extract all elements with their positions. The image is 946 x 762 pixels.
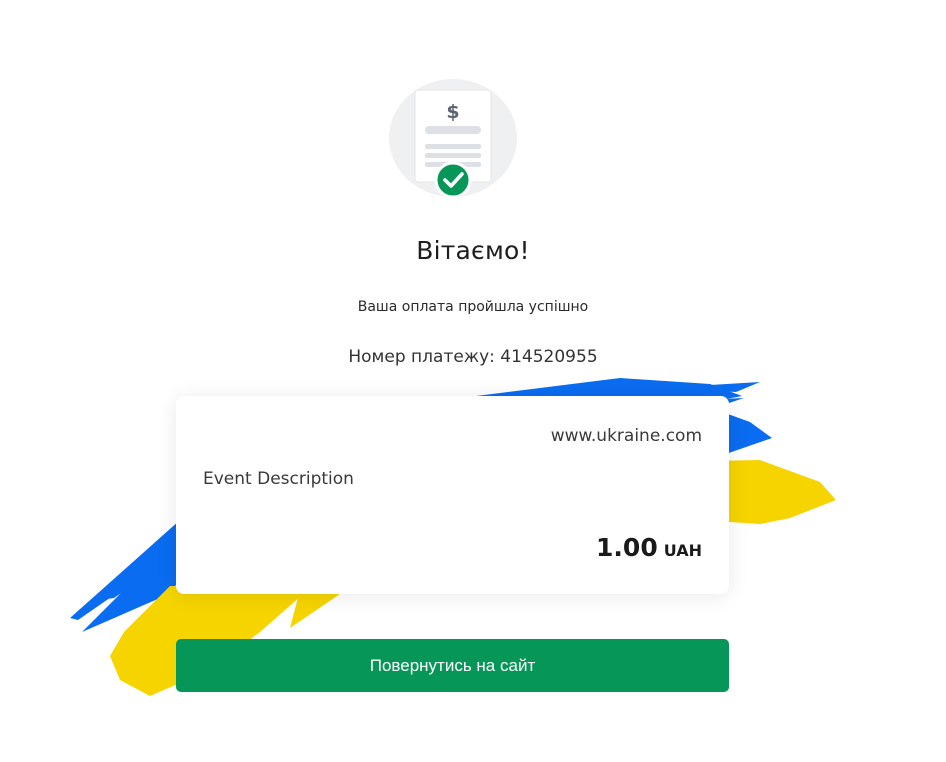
success-message: Ваша оплата пройшла успішно xyxy=(357,299,589,315)
payment-details-card: www.ukraine.com Event Description 1.00 UA… xyxy=(176,396,729,594)
check-icon xyxy=(434,161,472,199)
return-to-site-button[interactable]: Повернутись на сайт xyxy=(176,639,729,692)
payment-success-page: $ Вітаємо! Ваша оплата пройшла успішно Н… xyxy=(0,0,946,762)
payment-number: Номер платежу: 414520955 xyxy=(348,347,598,367)
payment-description: Event Description xyxy=(203,469,354,489)
page-title: Вітаємо! xyxy=(416,236,530,265)
payment-currency: UAH xyxy=(663,541,702,560)
merchant-site: www.ukraine.com xyxy=(550,426,702,446)
payment-amount-row: 1.00 UAH xyxy=(596,533,702,562)
payment-amount: 1.00 xyxy=(596,533,658,562)
svg-text:$: $ xyxy=(446,101,459,123)
invoice-paid-icon: $ xyxy=(389,79,517,199)
